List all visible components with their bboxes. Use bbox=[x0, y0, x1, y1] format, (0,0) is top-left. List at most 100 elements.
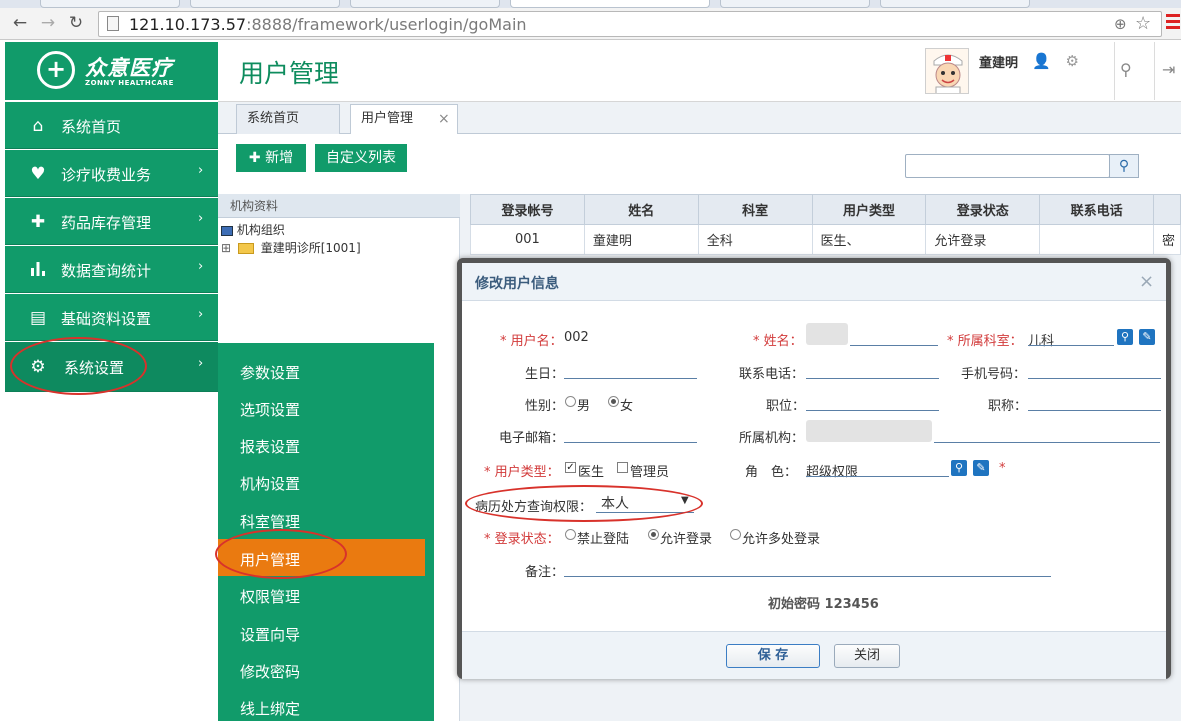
list-toolbar: ✚ 新增 自定义列表 ⚲ bbox=[218, 134, 1181, 192]
submenu-item-params[interactable]: 参数设置 bbox=[218, 352, 434, 389]
birthday-field[interactable] bbox=[564, 378, 697, 379]
username-value: 002 bbox=[564, 330, 589, 345]
login-option-label: 允许多处登录 bbox=[742, 532, 821, 547]
usertype-doctor-checkbox[interactable]: ✓ bbox=[565, 462, 576, 473]
forward-icon[interactable]: → bbox=[36, 11, 60, 35]
clear-icon[interactable]: ✎ bbox=[973, 460, 989, 476]
search-button[interactable]: ⚲ bbox=[1109, 154, 1139, 178]
required-mark: * bbox=[999, 461, 1006, 476]
sidebar-item-statistics[interactable]: 数据查询统计 › bbox=[5, 246, 218, 293]
email-field[interactable] bbox=[564, 442, 697, 443]
submenu-item-label: 选项设置 bbox=[240, 401, 301, 419]
logout-icon[interactable]: ⇥ bbox=[1162, 60, 1175, 79]
zoom-icon[interactable]: ⊕ bbox=[1114, 15, 1127, 33]
position-field[interactable] bbox=[806, 410, 939, 411]
add-button-label: 新增 bbox=[265, 150, 294, 166]
sidebar-item-home[interactable]: ⌂ 系统首页 bbox=[5, 102, 218, 149]
close-icon[interactable]: × bbox=[1139, 271, 1154, 292]
close-icon[interactable]: × bbox=[438, 105, 450, 133]
column-header[interactable]: 登录帐号 bbox=[470, 194, 585, 225]
title-field[interactable] bbox=[1028, 410, 1161, 411]
medkit-icon: ✚ bbox=[30, 212, 46, 232]
tree-root[interactable]: 机构组织 bbox=[221, 221, 285, 238]
tree-node[interactable]: ⊞ 童建明诊所[1001] bbox=[221, 239, 361, 256]
star-icon[interactable]: ☆ bbox=[1135, 13, 1151, 34]
edit-user-dialog: 修改用户信息 × * 用户名： 002 * 姓名： * 所属科室： 儿科 ⚲ ✎… bbox=[457, 258, 1171, 679]
save-button[interactable]: 保 存 bbox=[726, 644, 820, 668]
gender-label: 性别： bbox=[525, 399, 565, 414]
table-cell: 允许登录 bbox=[925, 224, 1041, 255]
login-allow-radio[interactable] bbox=[648, 529, 659, 540]
column-header[interactable]: 联系电话 bbox=[1039, 194, 1154, 225]
close-button[interactable]: 关闭 bbox=[834, 644, 900, 668]
submenu-item-options[interactable]: 选项设置 bbox=[218, 389, 434, 426]
gender-option-label: 男 bbox=[577, 399, 591, 414]
user-icon[interactable]: 👤 bbox=[1032, 52, 1051, 70]
gender-male-radio[interactable] bbox=[565, 396, 576, 407]
search-icon[interactable]: ⚲ bbox=[951, 460, 967, 476]
submenu-item-permissions[interactable]: 权限管理 bbox=[218, 576, 434, 613]
search-icon: ⚲ bbox=[1118, 158, 1130, 174]
user-name[interactable]: 童建明 bbox=[979, 52, 1018, 71]
sidebar-item-billing[interactable]: ♥ 诊疗收费业务 › bbox=[5, 150, 218, 197]
mobile-field[interactable] bbox=[1028, 378, 1161, 379]
login-forbid-radio[interactable] bbox=[565, 529, 576, 540]
reload-icon[interactable]: ↻ bbox=[64, 11, 88, 35]
gender-female-radio[interactable] bbox=[608, 396, 619, 407]
submenu-item-label: 设置向导 bbox=[240, 626, 301, 644]
position-label: 职位： bbox=[766, 399, 806, 414]
submenu-item-wizard[interactable]: 设置向导 bbox=[218, 614, 434, 651]
search-icon[interactable]: ⚲ bbox=[1120, 60, 1132, 79]
custom-list-button[interactable]: 自定义列表 bbox=[315, 144, 407, 172]
column-header[interactable]: 登录状态 bbox=[925, 194, 1041, 225]
tab-user-management[interactable]: 用户管理 × bbox=[350, 104, 458, 135]
usertype-admin-checkbox[interactable] bbox=[617, 462, 628, 473]
browser-tab[interactable] bbox=[40, 0, 180, 8]
expand-icon[interactable]: ⊞ bbox=[221, 241, 231, 255]
name-field[interactable] bbox=[850, 345, 938, 346]
submenu-item-password[interactable]: 修改密码 bbox=[218, 651, 434, 688]
submenu-item-label: 线上绑定 bbox=[240, 700, 301, 718]
sidebar: ⌂ 系统首页 ♥ 诊疗收费业务 › ✚ 药品库存管理 › 数据查询统计 › ▤ … bbox=[5, 100, 218, 721]
role-field[interactable] bbox=[806, 476, 949, 477]
column-header[interactable]: 科室 bbox=[697, 194, 813, 225]
table-cell: 全科 bbox=[697, 224, 813, 255]
remark-field[interactable] bbox=[564, 576, 1051, 577]
annotation-circle bbox=[10, 337, 147, 395]
browser-tab[interactable] bbox=[720, 0, 870, 8]
url-host: 121.10.173.57 bbox=[129, 15, 247, 34]
phone-field[interactable] bbox=[806, 378, 939, 379]
sidebar-item-pharmacy[interactable]: ✚ 药品库存管理 › bbox=[5, 198, 218, 245]
avatar[interactable] bbox=[925, 48, 969, 94]
search-icon[interactable]: ⚲ bbox=[1117, 329, 1133, 345]
tab-label: 用户管理 bbox=[361, 111, 414, 126]
dept-field[interactable] bbox=[1028, 345, 1114, 346]
gear-icon[interactable]: ⚙ bbox=[1065, 52, 1078, 70]
back-icon[interactable]: ← bbox=[8, 11, 32, 35]
tab-home[interactable]: 系统首页 bbox=[236, 104, 340, 134]
clear-icon[interactable]: ✎ bbox=[1139, 329, 1155, 345]
logo-mark-icon: + bbox=[37, 51, 75, 89]
browser-tab[interactable] bbox=[350, 0, 500, 8]
app-logo[interactable]: + 众意医疗 ZONNY HEALTHCARE bbox=[5, 42, 218, 100]
column-header[interactable]: 用户类型 bbox=[811, 194, 927, 225]
browser-tab[interactable] bbox=[190, 0, 340, 8]
sidebar-item-basic-data[interactable]: ▤ 基础资料设置 › bbox=[5, 294, 218, 341]
column-header[interactable]: 姓名 bbox=[583, 194, 699, 225]
browser-tab[interactable] bbox=[880, 0, 1030, 8]
org-field[interactable] bbox=[934, 442, 1160, 443]
submenu-item-org[interactable]: 机构设置 bbox=[218, 463, 434, 500]
submenu-item-reports[interactable]: 报表设置 bbox=[218, 426, 434, 463]
dialog-header: 修改用户信息 × bbox=[462, 263, 1166, 301]
remark-label: 备注： bbox=[525, 565, 565, 580]
menu-icon[interactable] bbox=[1166, 14, 1180, 30]
divider bbox=[1154, 42, 1155, 100]
address-bar[interactable]: 121.10.173.57:8888/framework/userlogin/g… bbox=[98, 11, 1162, 37]
search-input[interactable] bbox=[905, 154, 1110, 178]
login-multi-radio[interactable] bbox=[730, 529, 741, 540]
table-row[interactable]: 001 童建明 全科 医生、 允许登录 密 bbox=[470, 224, 1181, 255]
logo-subtext: ZONNY HEALTHCARE bbox=[85, 79, 174, 87]
add-button[interactable]: ✚ 新增 bbox=[236, 144, 306, 172]
submenu-item-online-binding[interactable]: 线上绑定 bbox=[218, 688, 434, 721]
browser-tab-active[interactable] bbox=[510, 0, 710, 8]
